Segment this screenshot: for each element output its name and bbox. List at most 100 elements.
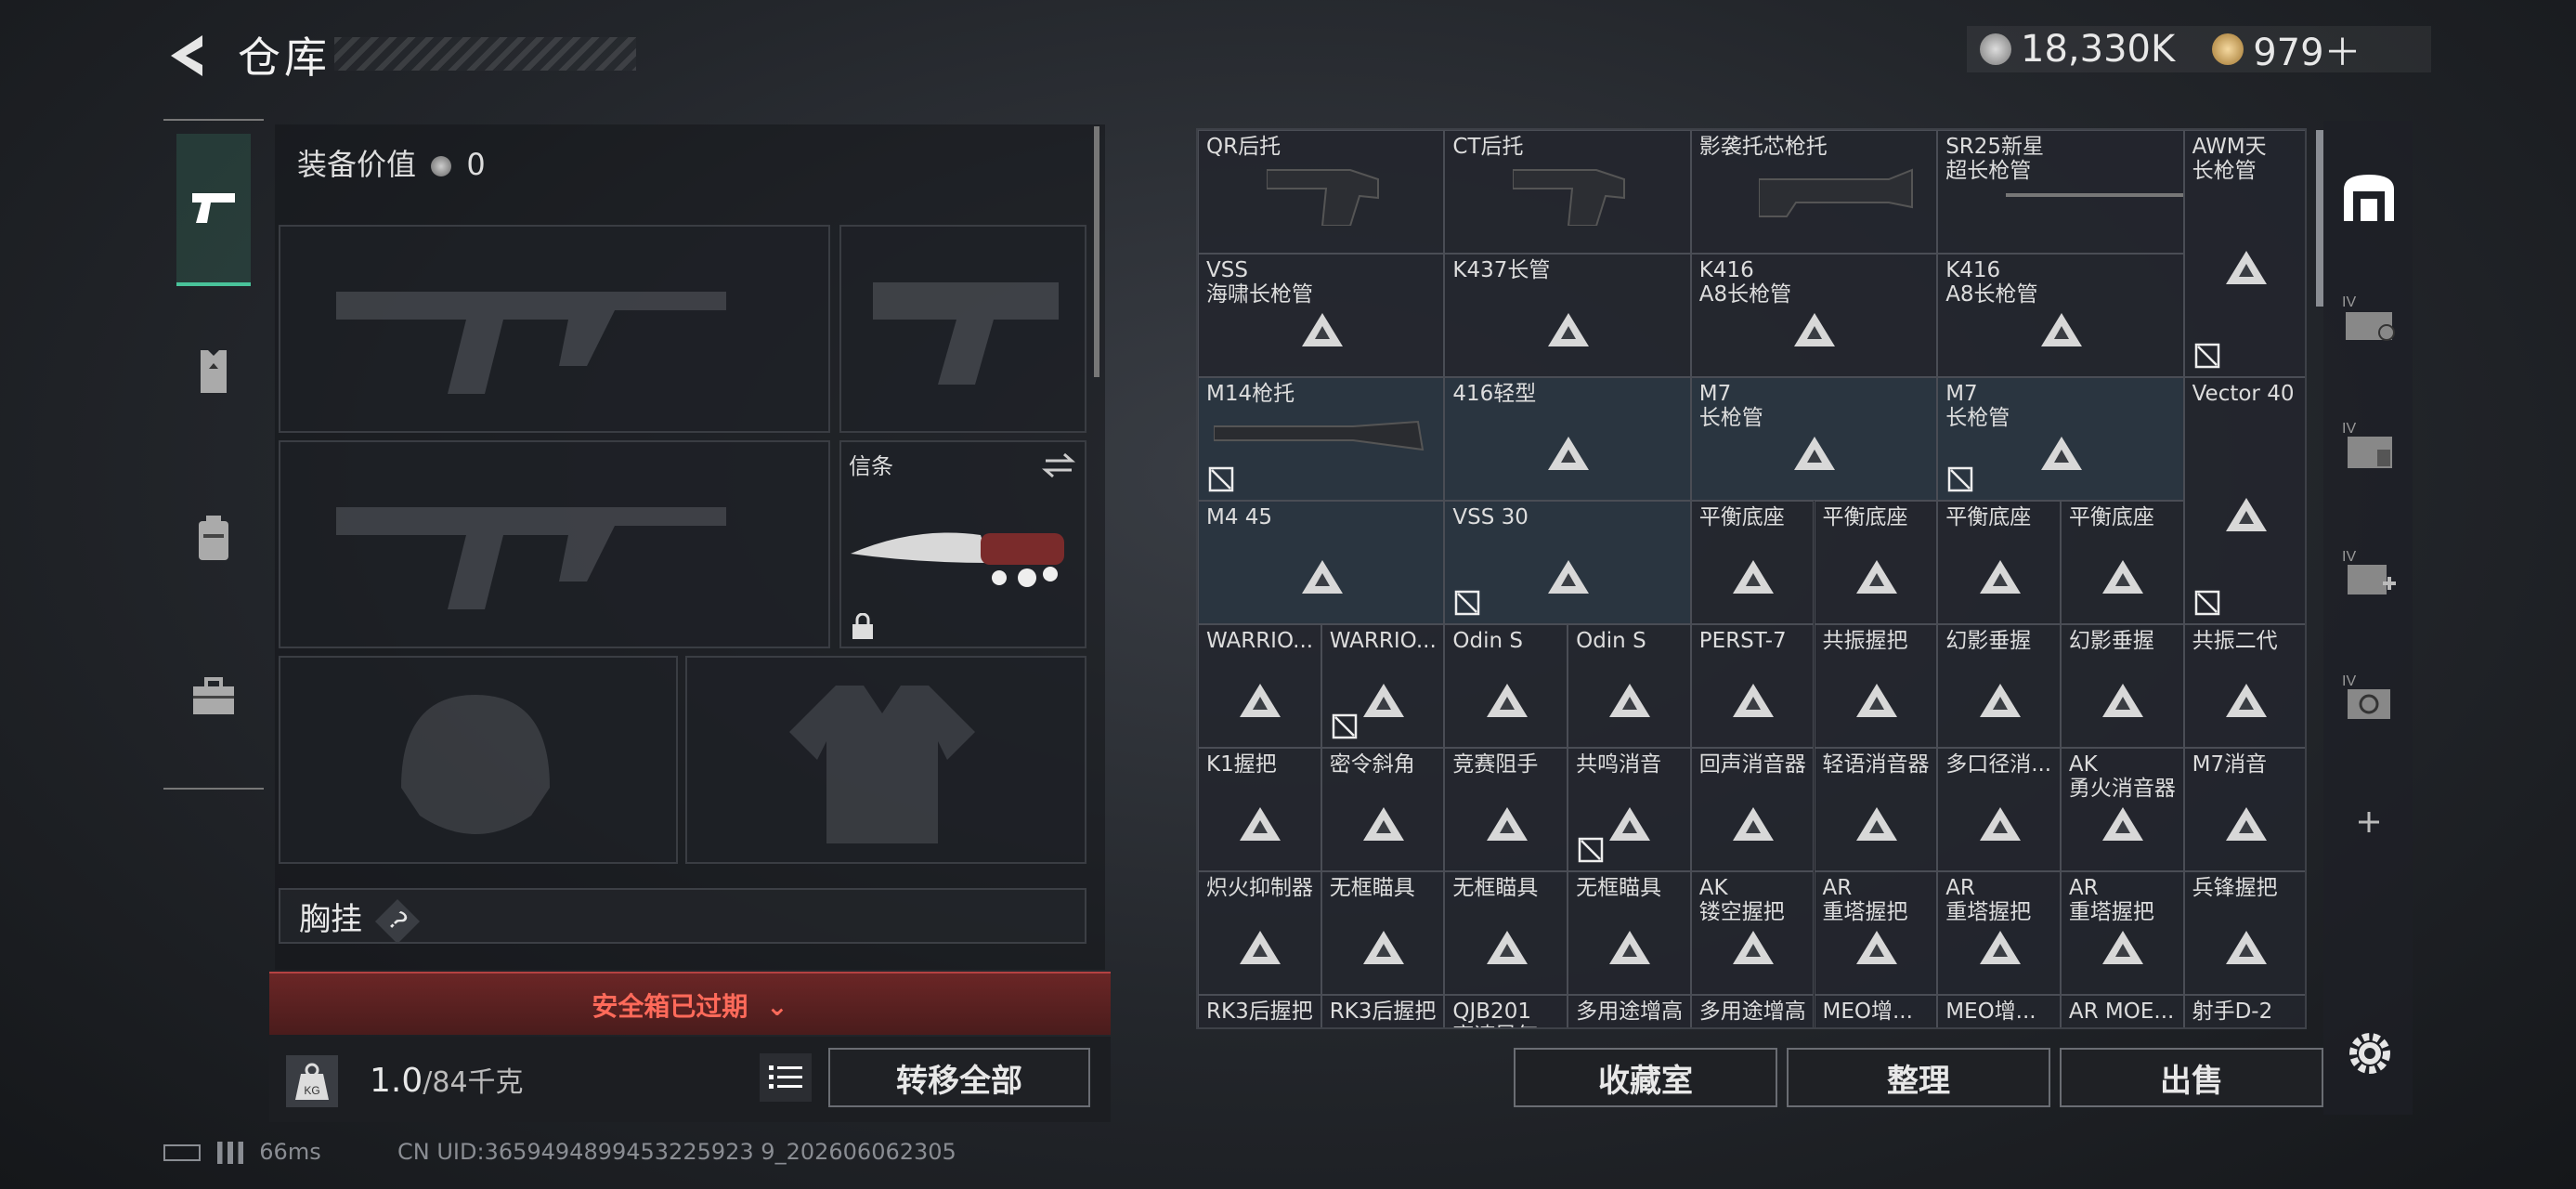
item-name: AR 重塔握把: [1822, 876, 1908, 924]
inventory-item[interactable]: 平衡底座: [1937, 501, 2061, 624]
item-name: VSS 30: [1452, 505, 1529, 529]
pistol-slot[interactable]: [839, 225, 1086, 433]
armor-icon: [201, 350, 227, 393]
inventory-item[interactable]: 多用途增高: [1568, 995, 1691, 1027]
item-name: 多用途增高: [1576, 1000, 1684, 1024]
quality-triangle-icon: [1792, 435, 1837, 476]
item-name: PERST-7: [1698, 629, 1787, 653]
inventory-item[interactable]: 密令斜角: [1321, 748, 1445, 871]
transfer-all-button[interactable]: 转移全部: [828, 1048, 1090, 1107]
inventory-item[interactable]: 无框瞄具: [1568, 871, 1691, 995]
inventory-item[interactable]: 兵锋握把: [2183, 871, 2305, 995]
inventory-item[interactable]: MEO增...: [1814, 995, 1938, 1027]
inventory-item[interactable]: AR 重塔握把: [1814, 871, 1938, 995]
inventory-item[interactable]: 多用途增高: [1690, 995, 1815, 1027]
inventory-item[interactable]: Odin S: [1568, 624, 1691, 748]
inventory-item[interactable]: CT后托: [1444, 130, 1691, 254]
tab-level-case[interactable]: IV: [2338, 288, 2400, 349]
tab-pistol[interactable]: [176, 134, 251, 286]
inventory-item[interactable]: K416 A8长枪管: [1937, 254, 2184, 377]
inventory-item[interactable]: 射手D-2: [2183, 995, 2305, 1027]
inventory-item[interactable]: 共振握把: [1814, 624, 1938, 748]
inventory-item[interactable]: K1握把: [1198, 748, 1321, 871]
inventory-item[interactable]: 共振二代: [2183, 624, 2305, 748]
tab-toolbox[interactable]: [176, 622, 251, 771]
inventory-item[interactable]: 平衡底座: [1814, 501, 1938, 624]
inventory-item[interactable]: AK 镂空握把: [1690, 871, 1815, 995]
item-image-icon: [1512, 161, 1633, 229]
inventory-item[interactable]: SR25新星 超长枪管: [1937, 130, 2184, 254]
inventory-item[interactable]: K437长管: [1444, 254, 1691, 377]
inventory-item[interactable]: Vector 40: [2183, 377, 2305, 624]
inventory-item[interactable]: M14枪托: [1198, 377, 1445, 501]
tab-level-safe[interactable]: IV: [2338, 667, 2400, 728]
item-name: 回声消音器: [1698, 752, 1806, 777]
inventory-item[interactable]: AR MOE...: [2060, 995, 2184, 1027]
inventory-item[interactable]: AR 重塔握把: [2060, 871, 2184, 995]
inventory-item[interactable]: AWM天 长枪管: [2183, 130, 2305, 377]
swap-icon[interactable]: [1042, 451, 1075, 479]
inventory-item[interactable]: MEO增...: [1937, 995, 2061, 1027]
inventory-item[interactable]: 回声消音器: [1690, 748, 1815, 871]
inventory-item[interactable]: AR 重塔握把: [1937, 871, 2061, 995]
inventory-item[interactable]: 影袭托芯枪托: [1690, 130, 1938, 254]
inventory-item[interactable]: WARRIO...: [1321, 624, 1445, 748]
equip-scrollbar[interactable]: [1094, 126, 1099, 377]
add-storage-button[interactable]: [2338, 791, 2400, 853]
inventory-item[interactable]: 平衡底座: [1690, 501, 1815, 624]
back-arrow-icon[interactable]: [162, 30, 214, 82]
quality-triangle-icon: [1978, 682, 2023, 723]
collection-room-button[interactable]: 收藏室: [1514, 1048, 1777, 1107]
inventory-item[interactable]: VSS 30: [1444, 501, 1691, 624]
storage-tabs: IV IV IV IV: [2323, 121, 2413, 1115]
inventory-item[interactable]: 幻影垂握: [2060, 624, 2184, 748]
inventory-item[interactable]: PERST-7: [1690, 624, 1815, 748]
body-armor-slot[interactable]: [685, 656, 1086, 864]
list-view-button[interactable]: [760, 1053, 812, 1102]
inventory-item[interactable]: 轻语消音器: [1814, 748, 1938, 871]
tab-armor[interactable]: [176, 297, 251, 446]
tab-backpack[interactable]: [176, 464, 251, 613]
inventory-item[interactable]: 416轻型: [1444, 377, 1691, 501]
inventory-item[interactable]: AK 勇火消音器: [2060, 748, 2184, 871]
inventory-item[interactable]: 无框瞄具: [1444, 871, 1568, 995]
inventory-item[interactable]: QR后托: [1198, 130, 1445, 254]
organize-button[interactable]: 整理: [1787, 1048, 2050, 1107]
safe-box-bar[interactable]: 安全箱已过期 ⌄: [269, 972, 1111, 1035]
inventory-item[interactable]: 无框瞄具: [1321, 871, 1445, 995]
inventory-item[interactable]: M7 长枪管: [1690, 377, 1938, 501]
bound-item-icon: [1454, 590, 1480, 616]
ticket-amount[interactable]: 979＋: [2253, 22, 2361, 76]
helmet-slot[interactable]: [279, 656, 678, 864]
inventory-item[interactable]: 多口径消...: [1937, 748, 2061, 871]
item-name: CT后托: [1452, 135, 1524, 159]
inventory-item[interactable]: 平衡底座: [2060, 501, 2184, 624]
help-icon[interactable]: ?: [374, 898, 420, 945]
inventory-item[interactable]: Odin S: [1444, 624, 1568, 748]
inventory-item[interactable]: M7 长枪管: [1937, 377, 2184, 501]
sell-button[interactable]: 出售: [2060, 1048, 2323, 1107]
inventory-item[interactable]: RK3后握把: [1321, 995, 1445, 1027]
primary-weapon-slot[interactable]: [279, 225, 830, 433]
melee-slot[interactable]: 信条: [839, 440, 1086, 648]
inventory-item[interactable]: M7消音: [2183, 748, 2305, 871]
inventory-item[interactable]: VSS 海啸长枪管: [1198, 254, 1445, 377]
item-name: 多口径消...: [1945, 752, 2052, 777]
tab-storage[interactable]: [2338, 167, 2400, 229]
bound-item-icon: [1332, 713, 1358, 739]
gear-icon[interactable]: [2344, 1027, 2396, 1079]
inventory-item[interactable]: 幻影垂握: [1937, 624, 2061, 748]
inventory-item[interactable]: 竞赛阻手: [1444, 748, 1568, 871]
inventory-item[interactable]: M4 45: [1198, 501, 1445, 624]
inventory-item[interactable]: WARRIO...: [1198, 624, 1321, 748]
inventory-item[interactable]: K416 A8长枪管: [1690, 254, 1938, 377]
secondary-weapon-slot[interactable]: [279, 440, 830, 648]
grid-scrollbar[interactable]: [2316, 130, 2323, 307]
inventory-item[interactable]: 共鸣消音: [1568, 748, 1691, 871]
inventory-item[interactable]: 炽火抑制器: [1198, 871, 1321, 995]
inventory-item[interactable]: RK3后握把: [1198, 995, 1321, 1027]
inventory-item[interactable]: QJB201 高速导气: [1444, 995, 1568, 1027]
tab-level-medkit[interactable]: IV: [2338, 542, 2400, 604]
tab-level-chest[interactable]: IV: [2338, 414, 2400, 476]
equipment-value: 装备价值 0: [297, 141, 486, 184]
